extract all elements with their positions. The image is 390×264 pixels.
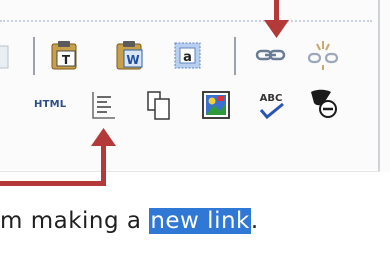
- paste-word-icon: W: [116, 41, 143, 70]
- editor-content[interactable]: m making a new link.: [0, 208, 259, 234]
- editor-text-before: m making a: [0, 208, 150, 234]
- toolbar-top-border: [0, 20, 372, 22]
- svg-text:ABC: ABC: [260, 93, 283, 104]
- unlink-button[interactable]: [306, 38, 340, 72]
- show-blocks-button[interactable]: [87, 88, 121, 122]
- image-button[interactable]: [199, 88, 233, 122]
- svg-text:T: T: [62, 53, 71, 67]
- annotation-arrow-blocks-tail: [0, 181, 106, 186]
- paste-text-button[interactable]: T: [48, 38, 82, 72]
- svg-text:W: W: [126, 53, 139, 67]
- remove-format-icon: [311, 89, 337, 118]
- editor-text-after: .: [250, 208, 259, 234]
- spell-check-button[interactable]: ABC: [255, 88, 289, 122]
- toolbar-separator: [33, 37, 35, 75]
- image-icon: [202, 91, 230, 119]
- show-blocks-icon: [92, 92, 115, 119]
- select-all-icon: a: [174, 42, 201, 69]
- svg-text:a: a: [183, 50, 192, 65]
- toolbar-separator: [234, 37, 236, 75]
- paste-text-icon: T: [51, 41, 77, 70]
- toolbar-bottom-border: [0, 171, 380, 172]
- toolbar-right-edge: [378, 0, 380, 172]
- link-icon: [255, 49, 286, 61]
- unlink-icon: [307, 41, 339, 70]
- annotation-arrow-link-head: [264, 20, 289, 38]
- paste-word-button[interactable]: W: [113, 38, 147, 72]
- truncated-toolbar-icon[interactable]: [0, 40, 16, 74]
- spell-check-icon: ABC: [260, 93, 284, 120]
- select-all-button[interactable]: a: [170, 38, 204, 72]
- selected-text: new link: [149, 208, 251, 234]
- html-label[interactable]: HTML: [34, 99, 66, 110]
- remove-format-button[interactable]: [306, 86, 340, 120]
- link-button[interactable]: [254, 38, 288, 72]
- copy-icon: [147, 91, 170, 120]
- copy-button[interactable]: [142, 88, 176, 122]
- annotation-arrow-blocks-shaft: [101, 144, 106, 186]
